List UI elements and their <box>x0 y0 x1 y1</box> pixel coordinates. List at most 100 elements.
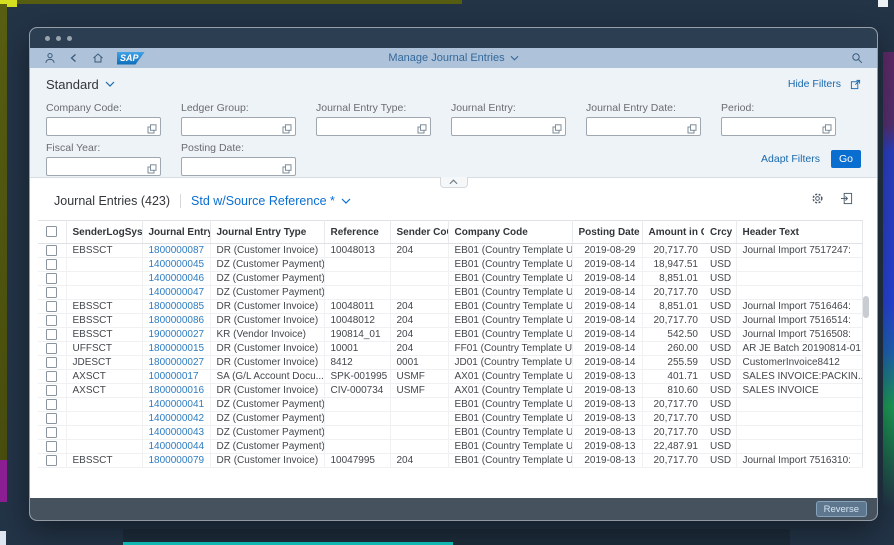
journal-entry-link[interactable]: 1400000046 <box>149 273 205 284</box>
company-code-input[interactable] <box>47 118 150 135</box>
desktop-fragment-pink <box>0 531 6 545</box>
column-header-sender-cocode[interactable]: Sender CoCode <box>390 221 448 244</box>
hide-filters-link[interactable]: Hide Filters <box>788 78 841 90</box>
value-help-icon[interactable] <box>822 121 832 139</box>
journal-entry-link[interactable]: 1800000027 <box>149 357 205 368</box>
cell-journal-entry-type: DZ (Customer Payment) <box>210 286 324 300</box>
row-checkbox[interactable] <box>38 328 66 342</box>
select-all-checkbox[interactable] <box>46 226 57 237</box>
cell-crcy: USD <box>704 342 736 356</box>
column-header-crcy[interactable]: Crcy <box>704 221 736 244</box>
settings-gear-icon[interactable] <box>811 192 824 210</box>
journal-entry-input[interactable] <box>452 118 555 135</box>
table-scrollbar[interactable] <box>862 220 869 467</box>
reverse-button[interactable]: Reverse <box>816 501 867 517</box>
table-row[interactable]: 1400000045DZ (Customer Payment)EB01 (Cou… <box>38 258 863 272</box>
table-row[interactable]: EBSSCT1800000085DR (Customer Invoice)100… <box>38 300 863 314</box>
column-header-journal-entry-type[interactable]: Journal Entry Type <box>210 221 324 244</box>
journal-entry-type-input[interactable] <box>317 118 420 135</box>
row-checkbox[interactable] <box>38 370 66 384</box>
cell-senderlogsystem: EBSSCT <box>66 300 142 314</box>
column-header-senderlogsystem[interactable]: SenderLogSystem <box>66 221 142 244</box>
value-help-icon[interactable] <box>147 121 157 139</box>
table-row[interactable]: EBSSCT1800000079DR (Customer Invoice)100… <box>38 454 863 468</box>
journal-entry-link[interactable]: 1400000047 <box>149 287 205 298</box>
row-checkbox[interactable] <box>38 398 66 412</box>
journal-entry-link[interactable]: 1800000086 <box>149 315 205 326</box>
column-header-reference[interactable]: Reference <box>324 221 390 244</box>
column-header-journal-entry[interactable]: Journal Entry <box>142 221 210 244</box>
ledger-group-input[interactable] <box>182 118 285 135</box>
table-row[interactable]: 1400000042DZ (Customer Payment)EB01 (Cou… <box>38 412 863 426</box>
app-title-menu[interactable]: Manage Journal Entries <box>30 52 877 64</box>
cell-posting-date: 2019-08-13 <box>572 398 642 412</box>
value-help-icon[interactable] <box>147 161 157 179</box>
table-row[interactable]: EBSSCT1800000086DR (Customer Invoice)100… <box>38 314 863 328</box>
adapt-filters-link[interactable]: Adapt Filters <box>761 153 820 165</box>
table-variant-selector[interactable]: Std w/Source Reference * <box>191 194 351 208</box>
journal-entry-link[interactable]: 1400000045 <box>149 259 205 270</box>
table-row[interactable]: EBSSCT1800000087DR (Customer Invoice)100… <box>38 244 863 258</box>
row-checkbox[interactable] <box>38 258 66 272</box>
row-checkbox[interactable] <box>38 412 66 426</box>
scrollbar-thumb[interactable] <box>863 296 869 318</box>
value-help-icon[interactable] <box>552 121 562 139</box>
table-row[interactable]: 1400000046DZ (Customer Payment)EB01 (Cou… <box>38 272 863 286</box>
journal-entry-link[interactable]: 1800000015 <box>149 343 205 354</box>
column-header-posting-date[interactable]: Posting Date▾ <box>572 221 642 244</box>
row-checkbox[interactable] <box>38 356 66 370</box>
row-checkbox[interactable] <box>38 454 66 468</box>
table-row[interactable]: 1400000043DZ (Customer Payment)EB01 (Cou… <box>38 426 863 440</box>
table-row[interactable]: UFFSCT1800000015DR (Customer Invoice)100… <box>38 342 863 356</box>
column-header-company-code[interactable]: Company Code <box>448 221 572 244</box>
row-checkbox[interactable] <box>38 384 66 398</box>
open-in-new-icon[interactable] <box>850 79 861 90</box>
value-help-icon[interactable] <box>282 161 292 179</box>
variant-title[interactable]: Standard <box>46 77 99 92</box>
go-button[interactable]: Go <box>831 150 861 168</box>
table-row[interactable]: 1400000044DZ (Customer Payment)EB01 (Cou… <box>38 440 863 454</box>
journal-entry-link[interactable]: 100000017 <box>149 371 199 382</box>
journal-entry-link[interactable]: 1400000044 <box>149 441 205 452</box>
row-checkbox[interactable] <box>38 286 66 300</box>
window-control-dot[interactable] <box>67 36 72 41</box>
journal-entry-link[interactable]: 1800000016 <box>149 385 205 396</box>
window-control-dot[interactable] <box>56 36 61 41</box>
window-control-dot[interactable] <box>45 36 50 41</box>
posting-date-input[interactable] <box>182 158 285 175</box>
collapse-filter-bar-button[interactable] <box>440 177 468 188</box>
journal-entry-link[interactable]: 1400000041 <box>149 399 205 410</box>
journal-entry-link[interactable]: 1800000087 <box>149 245 205 256</box>
column-header-header-text[interactable]: Header Text <box>736 221 863 244</box>
cell-company-code: EB01 (Country Template US) <box>448 412 572 426</box>
table-row[interactable]: EBSSCT1900000027KR (Vendor Invoice)19081… <box>38 328 863 342</box>
journal-entry-link[interactable]: 1800000079 <box>149 455 205 466</box>
row-checkbox[interactable] <box>38 300 66 314</box>
table-row[interactable]: AXSCT1800000016DR (Customer Invoice)CIV-… <box>38 384 863 398</box>
journal-entry-date-input[interactable] <box>587 118 690 135</box>
row-checkbox[interactable] <box>38 426 66 440</box>
journal-entry-link[interactable]: 1900000027 <box>149 329 205 340</box>
table-row[interactable]: JDESCT1800000027DR (Customer Invoice)841… <box>38 356 863 370</box>
row-checkbox[interactable] <box>38 244 66 258</box>
row-checkbox[interactable] <box>38 272 66 286</box>
period-input[interactable] <box>722 118 825 135</box>
chevron-down-icon[interactable] <box>105 81 115 87</box>
journal-entry-link[interactable]: 1400000043 <box>149 427 205 438</box>
fiscal-year-input[interactable] <box>47 158 150 175</box>
export-icon[interactable] <box>840 192 853 210</box>
row-checkbox[interactable] <box>38 314 66 328</box>
table-row[interactable]: 1400000047DZ (Customer Payment)EB01 (Cou… <box>38 286 863 300</box>
row-checkbox[interactable] <box>38 440 66 454</box>
value-help-icon[interactable] <box>417 121 427 139</box>
value-help-icon[interactable] <box>687 121 697 139</box>
value-help-icon[interactable] <box>282 121 292 139</box>
cell-sender-cocode: 204 <box>390 244 448 258</box>
journal-entry-link[interactable]: 1400000042 <box>149 413 205 424</box>
table-row[interactable]: 1400000041DZ (Customer Payment)EB01 (Cou… <box>38 398 863 412</box>
row-checkbox[interactable] <box>38 342 66 356</box>
cell-amount: 20,717.70 <box>642 412 704 426</box>
column-header-amount[interactable]: Amount in CC <box>642 221 704 244</box>
journal-entry-link[interactable]: 1800000085 <box>149 301 205 312</box>
table-row[interactable]: AXSCT100000017SA (G/L Account Docu...SPK… <box>38 370 863 384</box>
